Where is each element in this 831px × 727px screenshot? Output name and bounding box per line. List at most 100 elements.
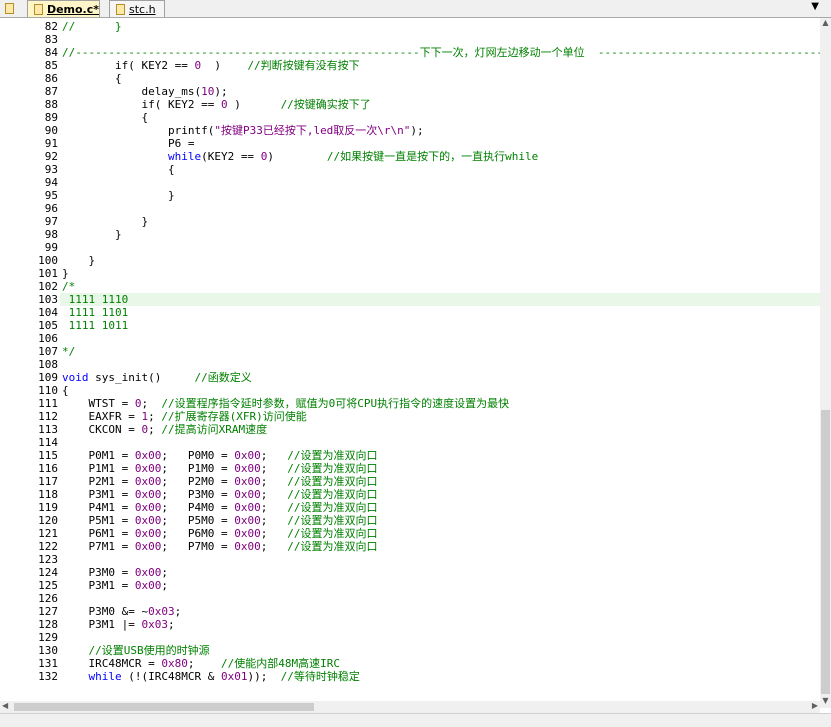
code-line[interactable]: CKCON = 0; //提高访问XRAM速度 — [62, 423, 267, 436]
line-number: 132 — [38, 670, 58, 683]
code-line[interactable]: */ — [62, 345, 75, 358]
line-number: 117 — [38, 475, 58, 488]
code-line[interactable]: delay_ms(10); — [62, 85, 227, 98]
line-number: 130 — [38, 644, 58, 657]
code-line[interactable]: printf("按键P33已经按下,led取反一次\r\n"); — [62, 124, 424, 137]
code-line[interactable]: P3M0 = 0x00; — [62, 566, 168, 579]
code-line[interactable]: P6 = — [62, 137, 195, 150]
code-line[interactable]: P0M1 = 0x00; P0M0 = 0x00; //设置为准双向口 — [62, 449, 377, 462]
line-number: 83 — [44, 33, 58, 46]
scroll-left-icon[interactable]: ◀ — [2, 701, 8, 710]
code-line[interactable]: //设置USB使用的时钟源 — [62, 644, 209, 657]
code-line[interactable]: P7M1 = 0x00; P7M0 = 0x00; //设置为准双向口 — [62, 540, 377, 553]
code-line[interactable]: while (!(IRC48MCR & 0x01)); //等待时钟稳定 — [62, 670, 359, 683]
code-line[interactable]: /* — [62, 280, 75, 293]
line-number: 103 — [38, 293, 58, 306]
line-number: 120 — [38, 514, 58, 527]
line-number: 87 — [44, 85, 58, 98]
scroll-up-icon[interactable]: ▲ — [820, 18, 831, 30]
line-number: 121 — [38, 527, 58, 540]
line-number: 115 — [38, 449, 58, 462]
line-number: 113 — [38, 423, 58, 436]
tab-dropdown-icon[interactable]: ▼ — [811, 1, 819, 12]
code-line[interactable]: P3M1 = 0x00; — [62, 579, 168, 592]
code-line[interactable]: { — [62, 72, 122, 85]
code-line[interactable]: { — [62, 163, 175, 176]
code-line[interactable]: } — [62, 254, 95, 267]
line-number: 114 — [38, 436, 58, 449]
line-number: 119 — [38, 501, 58, 514]
line-number: 104 — [38, 306, 58, 319]
code-line[interactable]: void sys_init() //函数定义 — [62, 371, 252, 384]
code-line[interactable]: } — [62, 267, 69, 280]
code-line[interactable]: 1111 1011 — [62, 319, 129, 332]
line-number: 125 — [38, 579, 58, 592]
line-number: 95 — [44, 189, 58, 202]
line-number: 101 — [38, 267, 58, 280]
line-number: 97 — [44, 215, 58, 228]
line-number: 122 — [38, 540, 58, 553]
code-line[interactable]: EAXFR = 1; //扩展寄存器(XFR)访问使能 — [62, 410, 306, 423]
tab-label: stc.h — [129, 2, 156, 16]
code-line[interactable]: // } — [62, 20, 122, 33]
line-number: 129 — [38, 631, 58, 644]
h-scrollbar-thumb[interactable] — [14, 703, 314, 711]
code-line[interactable]: WTST = 0; //设置程序指令延时参数，赋值为0可将CPU执行指令的速度设… — [62, 397, 509, 410]
line-number: 94 — [44, 176, 58, 189]
line-number: 100 — [38, 254, 58, 267]
tab-label: Demo.c* — [46, 2, 99, 16]
code-line[interactable]: P5M1 = 0x00; P5M0 = 0x00; //设置为准双向口 — [62, 514, 377, 527]
vertical-scrollbar[interactable]: ▲ ▼ — [820, 18, 831, 708]
code-line[interactable]: { — [62, 384, 69, 397]
current-line-highlight — [60, 293, 820, 306]
h-file-icon — [116, 3, 125, 15]
code-line[interactable]: P2M1 = 0x00; P2M0 = 0x00; //设置为准双向口 — [62, 475, 377, 488]
line-number: 131 — [38, 657, 58, 670]
scroll-down-icon[interactable]: ▼ — [820, 696, 831, 708]
code-line[interactable]: P6M1 = 0x00; P6M0 = 0x00; //设置为准双向口 — [62, 527, 377, 540]
code-line[interactable]: P3M1 |= 0x03; — [62, 618, 174, 631]
code-line[interactable]: P3M1 = 0x00; P3M0 = 0x00; //设置为准双向口 — [62, 488, 377, 501]
code-line[interactable]: } — [62, 228, 122, 241]
horizontal-scrollbar[interactable]: ◀ ▶ — [0, 701, 820, 713]
line-number: 89 — [44, 111, 58, 124]
tab-demo-c[interactable]: Demo.c* — [27, 0, 100, 17]
file-icon — [5, 3, 14, 14]
code-line[interactable]: while(KEY2 == 0) //如果按键一直是按下的，一直执行while — [62, 150, 538, 163]
line-number: 93 — [44, 163, 58, 176]
line-number: 128 — [38, 618, 58, 631]
line-number: 116 — [38, 462, 58, 475]
status-bar — [0, 713, 831, 727]
code-editor[interactable]: 82 // } 83 84 //----------------------------… — [0, 18, 820, 701]
code-line[interactable]: 1111 1110 — [62, 293, 129, 306]
line-number: 106 — [38, 332, 58, 345]
code-line[interactable]: } — [62, 189, 175, 202]
line-number: 85 — [44, 59, 58, 72]
code-line[interactable]: if( KEY2 == 0 ) //判断按键有没有按下 — [62, 59, 360, 72]
line-number: 109 — [38, 371, 58, 384]
code-line[interactable]: if( KEY2 == 0 ) //按键确实按下了 — [62, 98, 370, 111]
code-line[interactable]: { — [62, 111, 148, 124]
line-number: 84 — [44, 46, 58, 59]
code-line[interactable]: } — [62, 215, 148, 228]
scroll-right-icon[interactable]: ▶ — [812, 701, 818, 710]
line-number: 110 — [38, 384, 58, 397]
scrollbar-thumb[interactable] — [821, 410, 830, 694]
line-number: 102 — [38, 280, 58, 293]
line-number: 118 — [38, 488, 58, 501]
line-number: 91 — [44, 137, 58, 150]
line-number: 127 — [38, 605, 58, 618]
line-number: 99 — [44, 241, 58, 254]
line-number: 107 — [38, 345, 58, 358]
code-line[interactable]: //--------------------------------------… — [62, 46, 820, 59]
tab-bar: Demo.c* stc.h ▼ — [0, 0, 831, 18]
line-number: 98 — [44, 228, 58, 241]
tab-stc-h[interactable]: stc.h — [109, 0, 165, 17]
line-number: 96 — [44, 202, 58, 215]
code-line[interactable]: IRC48MCR = 0x80; //使能内部48M高速IRC — [62, 657, 339, 670]
code-line[interactable]: P3M0 &= ~0x03; — [62, 605, 181, 618]
line-number: 124 — [38, 566, 58, 579]
code-line[interactable]: P4M1 = 0x00; P4M0 = 0x00; //设置为准双向口 — [62, 501, 377, 514]
code-line[interactable]: 1111 1101 — [62, 306, 129, 319]
code-line[interactable]: P1M1 = 0x00; P1M0 = 0x00; //设置为准双向口 — [62, 462, 377, 475]
